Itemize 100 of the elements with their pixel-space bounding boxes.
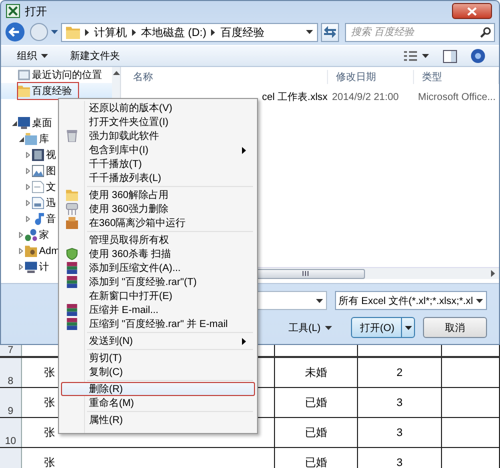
books-icon — [66, 318, 78, 330]
table-cell: 3 — [358, 388, 442, 417]
folder-icon — [66, 189, 78, 201]
window-title: 打开 — [25, 4, 47, 18]
scroll-right-arrow-icon[interactable] — [491, 270, 495, 277]
menu-item[interactable]: 添加到 "百度经验.rar"(T) — [61, 275, 255, 289]
tools-button[interactable]: 工具(L) — [281, 317, 339, 338]
menu-item[interactable]: 使用 360解除占用 — [61, 188, 255, 202]
menu-item[interactable]: 使用 360杀毒 扫描 — [61, 247, 255, 261]
toolbar-button[interactable]: 组织 — [15, 47, 50, 65]
spreadsheet-app-icon — [6, 4, 20, 18]
menu-item[interactable]: 包含到库中(I) — [61, 143, 255, 157]
user-folder-icon — [25, 245, 37, 257]
cancel-button[interactable]: 取消 — [423, 317, 487, 338]
table-cell: 已婚 — [275, 448, 358, 468]
nav-item[interactable]: 视 — [46, 148, 56, 162]
menu-item[interactable]: 重命名(M) — [61, 396, 255, 410]
search-icon — [480, 26, 491, 38]
recent-places-icon — [18, 69, 30, 81]
box-icon — [66, 217, 78, 229]
column-header[interactable]: 修改日期 — [328, 70, 414, 84]
row-header: 7 — [0, 345, 22, 356]
menu-item[interactable]: 打开文件夹位置(I) — [61, 115, 255, 129]
nav-item[interactable]: 迅 — [46, 196, 56, 210]
view-list-icon[interactable] — [404, 51, 417, 61]
column-header[interactable]: 类型 — [414, 70, 499, 84]
collapsed-triangle-icon[interactable] — [26, 200, 30, 206]
collapsed-triangle-icon[interactable] — [26, 152, 30, 158]
caret-icon[interactable] — [422, 54, 429, 58]
menu-item[interactable]: 复制(C) — [61, 365, 255, 379]
close-icon — [467, 6, 477, 16]
menu-item[interactable]: 强力卸载此软件 — [61, 129, 255, 143]
nav-item[interactable]: 家 — [39, 228, 49, 242]
breadcrumb-item[interactable]: 百度经验 — [220, 24, 264, 40]
desktop-icon — [18, 117, 30, 129]
chevron-icon[interactable] — [211, 28, 216, 36]
caret-icon — [404, 326, 412, 330]
menu-item[interactable]: 千千播放(T) — [61, 157, 255, 171]
breadcrumb-item[interactable]: 本地磁盘 (D:) — [141, 24, 206, 40]
table-cell: 未婚 — [275, 358, 358, 387]
menu-item[interactable]: 压缩并 E-mail... — [61, 303, 255, 317]
nav-item[interactable]: 库 — [39, 132, 49, 146]
collapsed-triangle-icon[interactable] — [19, 264, 23, 270]
collapsed-triangle-icon[interactable] — [19, 232, 23, 238]
file-date: 2014/9/2 21:00 — [331, 92, 400, 102]
collapsed-triangle-icon[interactable] — [19, 248, 23, 254]
menu-item[interactable]: 使用 360强力删除 — [61, 202, 255, 216]
caret-icon — [324, 326, 332, 330]
chevron-icon[interactable] — [85, 28, 89, 36]
shredder-icon — [66, 203, 78, 215]
menu-item[interactable]: 发送到(N) — [61, 334, 255, 348]
caret-icon — [476, 298, 483, 302]
nav-item[interactable]: 最近访问的位置 — [32, 68, 102, 82]
search-field[interactable]: 搜索 百度经验 — [345, 22, 495, 42]
menu-item[interactable]: 压缩到 "百度经验.rar" 并 E-mail — [61, 317, 255, 331]
open-button[interactable]: 打开(O) — [351, 317, 415, 338]
shield-icon — [66, 248, 78, 260]
document-icon — [32, 181, 44, 193]
close-button[interactable] — [452, 3, 492, 19]
row-header: 9 — [0, 388, 22, 417]
refresh-button[interactable] — [321, 22, 339, 42]
menu-item[interactable]: 添加到压缩文件(A)... — [61, 261, 255, 275]
column-header[interactable]: 名称 — [125, 70, 328, 84]
address-bar[interactable]: 计算机 本地磁盘 (D:) 百度经验 — [61, 22, 318, 42]
expanded-triangle-icon[interactable] — [12, 120, 16, 126]
nav-item[interactable]: 文 — [46, 180, 56, 194]
file-type: Microsoft Office... — [417, 92, 497, 102]
table-cell: 已婚 — [275, 388, 358, 417]
nav-item[interactable]: 桌面 — [32, 116, 52, 130]
music-note-icon — [32, 213, 44, 225]
library-icon — [25, 133, 37, 145]
film-icon — [32, 149, 44, 161]
scroll-up-arrow-icon[interactable] — [112, 71, 120, 75]
nav-item[interactable]: 计 — [39, 260, 49, 274]
expanded-triangle-icon[interactable] — [18, 136, 24, 142]
dropdown-arrow-icon[interactable] — [306, 30, 313, 34]
refresh-icon — [324, 26, 336, 38]
caret-icon — [316, 298, 323, 302]
menu-item[interactable]: 在360隔离沙箱中运行 — [61, 216, 255, 230]
menu-item[interactable]: 删除(R) — [61, 382, 255, 396]
collapsed-triangle-icon[interactable] — [26, 216, 30, 222]
table-cell: 3 — [358, 448, 442, 468]
chevron-icon[interactable] — [132, 28, 136, 36]
file-type-dropdown[interactable]: 所有 Excel 文件(*.xl*;*.xlsx;*.xl — [334, 291, 487, 310]
table-cell: 张 — [22, 448, 275, 468]
grip-icon — [302, 271, 308, 276]
toolbar-button[interactable]: 新建文件夹 — [68, 47, 122, 65]
nav-item[interactable]: 图 — [46, 164, 56, 178]
nav-item[interactable]: 音 — [46, 212, 56, 226]
menu-item[interactable]: 还原以前的版本(V) — [61, 101, 255, 115]
menu-item[interactable]: 千千播放列表(L) — [61, 171, 255, 185]
help-icon[interactable] — [471, 49, 485, 63]
folder-icon — [18, 85, 30, 97]
collapsed-triangle-icon[interactable] — [26, 184, 30, 190]
breadcrumb-item[interactable]: 计算机 — [94, 24, 127, 40]
menu-item[interactable]: 在新窗口中打开(E) — [61, 289, 255, 303]
preview-pane-icon[interactable] — [443, 50, 457, 62]
menu-item[interactable]: 管理员取得所有权 — [61, 233, 255, 247]
caret-icon[interactable] — [51, 30, 58, 34]
collapsed-triangle-icon[interactable] — [26, 168, 30, 174]
